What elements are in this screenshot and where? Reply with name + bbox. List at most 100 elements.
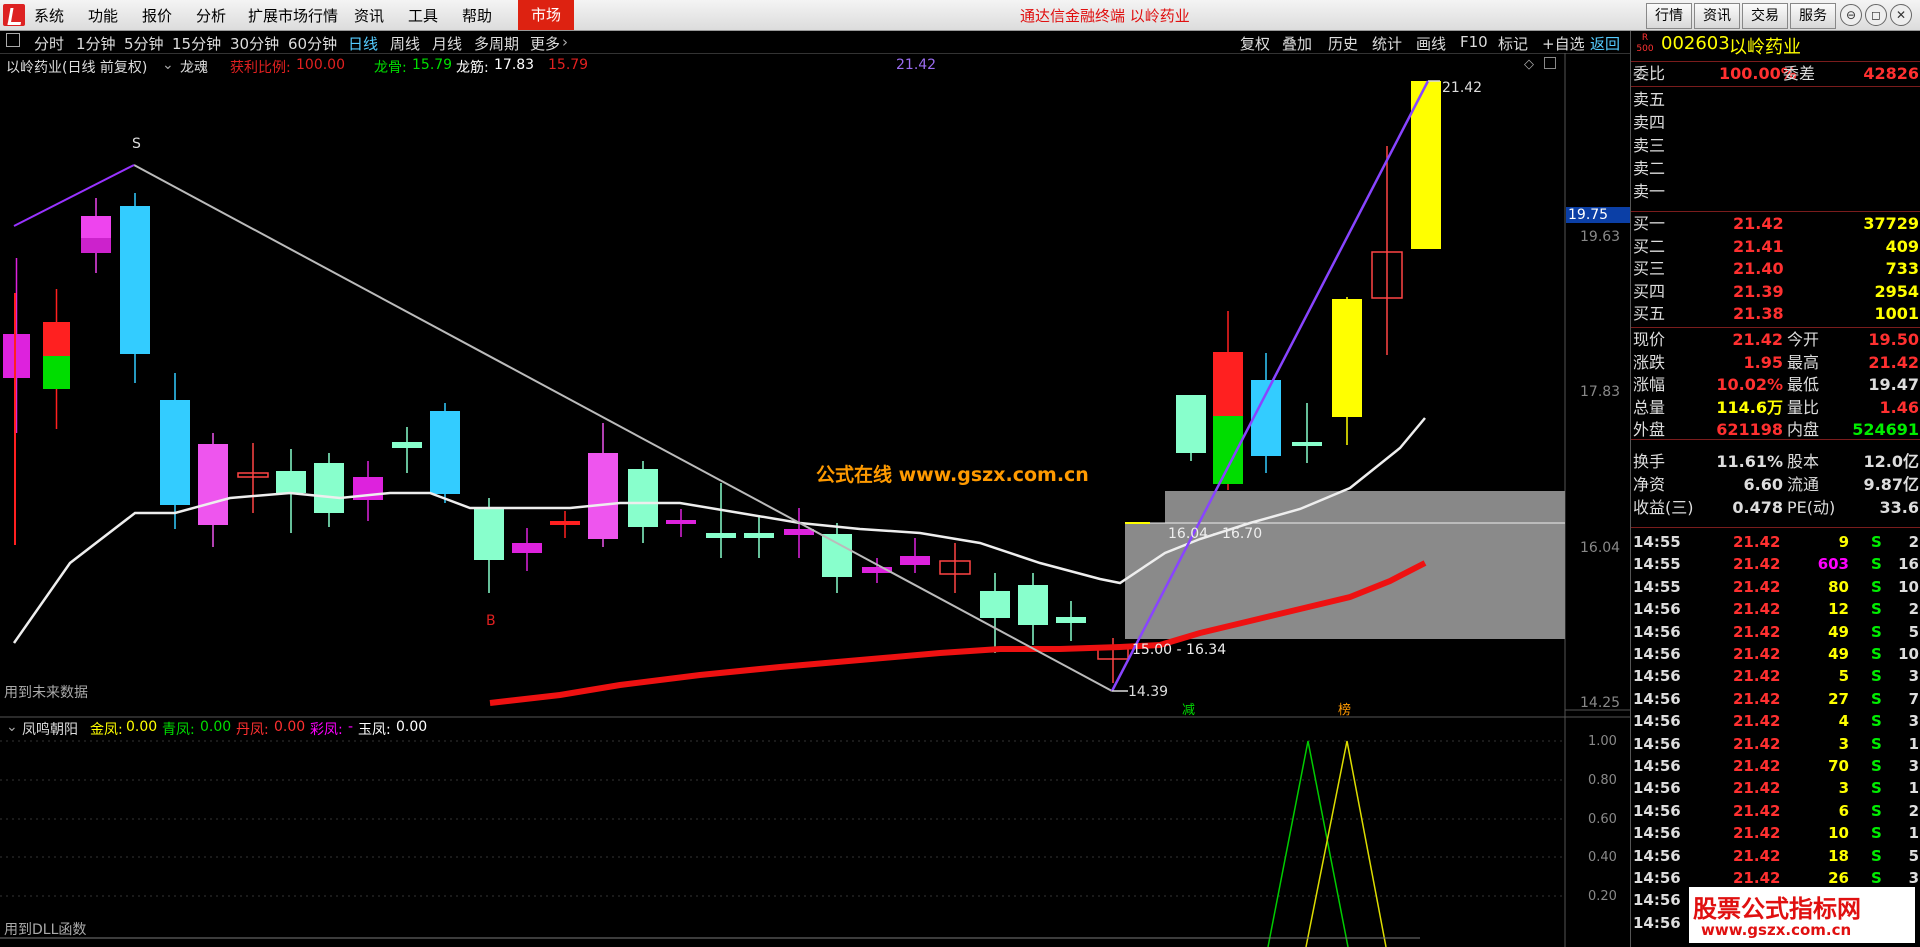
- tick-time: 14:56: [1633, 645, 1681, 663]
- tool-f10[interactable]: F10: [1460, 33, 1488, 51]
- menu-help[interactable]: 帮助: [462, 5, 492, 26]
- subchart-collapse-icon[interactable]: ⌄: [6, 719, 18, 735]
- menu-tools[interactable]: 工具: [408, 5, 438, 26]
- period-15min[interactable]: 15分钟: [172, 33, 221, 54]
- toggle-panel-icon[interactable]: [6, 33, 20, 47]
- tick-side: S: [1871, 600, 1882, 619]
- candle-body: [980, 591, 1010, 618]
- tick-volume: 6: [1838, 801, 1849, 820]
- service-button[interactable]: 服务: [1790, 3, 1836, 29]
- tick-volume: 49: [1828, 645, 1849, 663]
- stat-value: 6.60: [1743, 475, 1783, 494]
- app-logo-icon[interactable]: [3, 4, 25, 26]
- quote-button[interactable]: 行情: [1646, 3, 1692, 29]
- chevron-right-icon[interactable]: ›: [562, 33, 568, 51]
- menu-quote[interactable]: 报价: [142, 5, 172, 26]
- tick-row: 14:56 21.42 6 S 2: [1633, 800, 1919, 822]
- market-tab[interactable]: 市场: [518, 0, 574, 30]
- chart-title: 以岭药业(日线 前复权): [6, 60, 148, 76]
- quote-panel: R 500 002603 以岭药业 委比 100.00% 委差 42826 卖五卖…: [1630, 31, 1920, 947]
- maximize-icon[interactable]: ◻: [1865, 4, 1887, 26]
- tick-count: 3: [1908, 667, 1919, 686]
- indicator-name[interactable]: 龙魂: [180, 57, 208, 77]
- stat-row: 外盘 621198 内盘 524691: [1633, 419, 1919, 441]
- tick-time: 14:56: [1633, 689, 1681, 708]
- tool-mark[interactable]: 标记: [1498, 33, 1528, 54]
- restore-icon[interactable]: ⊖: [1840, 4, 1862, 26]
- stat-label: 总量: [1633, 397, 1666, 417]
- period-weekly[interactable]: 周线: [390, 33, 420, 54]
- tick-price: 21.42: [1733, 734, 1781, 753]
- band2-label: 15.00 - 16.34: [1132, 642, 1227, 658]
- menu-system[interactable]: 系统: [34, 5, 64, 26]
- stat-label: 内盘: [1787, 420, 1820, 439]
- signal-s: S: [132, 136, 141, 152]
- tick-side: S: [1871, 824, 1882, 843]
- tick-side: S: [1871, 734, 1882, 753]
- settings-box-icon[interactable]: [1544, 57, 1556, 69]
- tool-stats[interactable]: 统计: [1372, 33, 1402, 54]
- tick-time: 14:56: [1633, 891, 1681, 910]
- menu-extended-market[interactable]: 扩展市场行情: [248, 5, 338, 26]
- future-data-note: 用到未来数据: [4, 685, 88, 701]
- period-more[interactable]: 更多: [530, 33, 560, 54]
- period-60min[interactable]: 60分钟: [288, 33, 337, 54]
- bid-label: 买三: [1633, 259, 1666, 279]
- tick-volume: 3: [1838, 779, 1849, 798]
- stock-name: 以岭药业: [1729, 37, 1801, 58]
- tick-price: 21.42: [1733, 533, 1781, 551]
- tick-time: 14:56: [1633, 869, 1681, 887]
- stat-label: 净资: [1633, 475, 1666, 494]
- close-icon[interactable]: ✕: [1890, 4, 1912, 26]
- period-1min[interactable]: 1分钟: [76, 33, 116, 54]
- tick-row: 14:56 21.42 49 S 10: [1633, 643, 1919, 665]
- candle-body: [666, 520, 696, 524]
- site-logo-text: 股票公式指标网: [1693, 895, 1861, 923]
- stat-row: 换手 11.61% 股本 12.0亿: [1633, 451, 1919, 473]
- period-30min[interactable]: 30分钟: [230, 33, 279, 54]
- menu-function[interactable]: 功能: [88, 5, 118, 26]
- tick-count: 2: [1908, 533, 1919, 551]
- tick-price: 21.42: [1733, 577, 1781, 596]
- bid-price: 21.38: [1733, 304, 1784, 324]
- diamond-icon[interactable]: ◇: [1524, 57, 1534, 72]
- tool-fuquan[interactable]: 复权: [1240, 33, 1270, 54]
- period-multi[interactable]: 多周期: [474, 33, 519, 54]
- news-button[interactable]: 资讯: [1694, 3, 1740, 29]
- trade-button[interactable]: 交易: [1742, 3, 1788, 29]
- tick-side: S: [1871, 555, 1882, 574]
- candle-body: [474, 508, 504, 560]
- period-daily[interactable]: 日线: [348, 33, 378, 54]
- site-logo-box: 股票公式指标网 www.gszx.com.cn: [1689, 887, 1915, 943]
- tick-side: S: [1871, 757, 1882, 775]
- tick-side: S: [1871, 801, 1882, 820]
- subchart-title[interactable]: 凤鸣朝阳: [22, 719, 78, 739]
- tool-overlay[interactable]: 叠加: [1282, 33, 1312, 54]
- stat-row: 现价 21.42 今开 19.50: [1633, 329, 1919, 351]
- menu-news[interactable]: 资讯: [354, 5, 384, 26]
- tick-count: 1: [1908, 734, 1919, 753]
- tick-time: 14:56: [1633, 913, 1681, 932]
- window-title: 通达信金融终端 以岭药业: [1020, 7, 1190, 25]
- bid-volume: 2954: [1874, 281, 1919, 301]
- candle-body: [160, 400, 190, 505]
- kline-chart[interactable]: [0, 53, 1630, 947]
- sub-axis-label: 1.00: [1588, 734, 1617, 749]
- candle-body: [81, 238, 111, 253]
- period-fenshi[interactable]: 分时: [34, 33, 64, 54]
- tool-history[interactable]: 历史: [1328, 33, 1358, 54]
- tool-draw[interactable]: 画线: [1416, 33, 1446, 54]
- menu-analysis[interactable]: 分析: [196, 5, 226, 26]
- ask-level-label: 卖四: [1633, 113, 1666, 132]
- tool-back[interactable]: 返回: [1590, 33, 1620, 54]
- period-monthly[interactable]: 月线: [432, 33, 462, 54]
- stat-label: 量比: [1787, 397, 1820, 417]
- tool-add-favorite[interactable]: +自选: [1542, 33, 1585, 54]
- stat-value: 12.0亿: [1863, 452, 1919, 471]
- tick-count: 10: [1898, 577, 1919, 596]
- extra-value: 15.79: [548, 57, 589, 73]
- chevron-down-icon[interactable]: ⌄: [162, 57, 174, 73]
- tick-side: S: [1871, 869, 1882, 887]
- tick-time: 14:55: [1633, 577, 1681, 596]
- period-5min[interactable]: 5分钟: [124, 33, 164, 54]
